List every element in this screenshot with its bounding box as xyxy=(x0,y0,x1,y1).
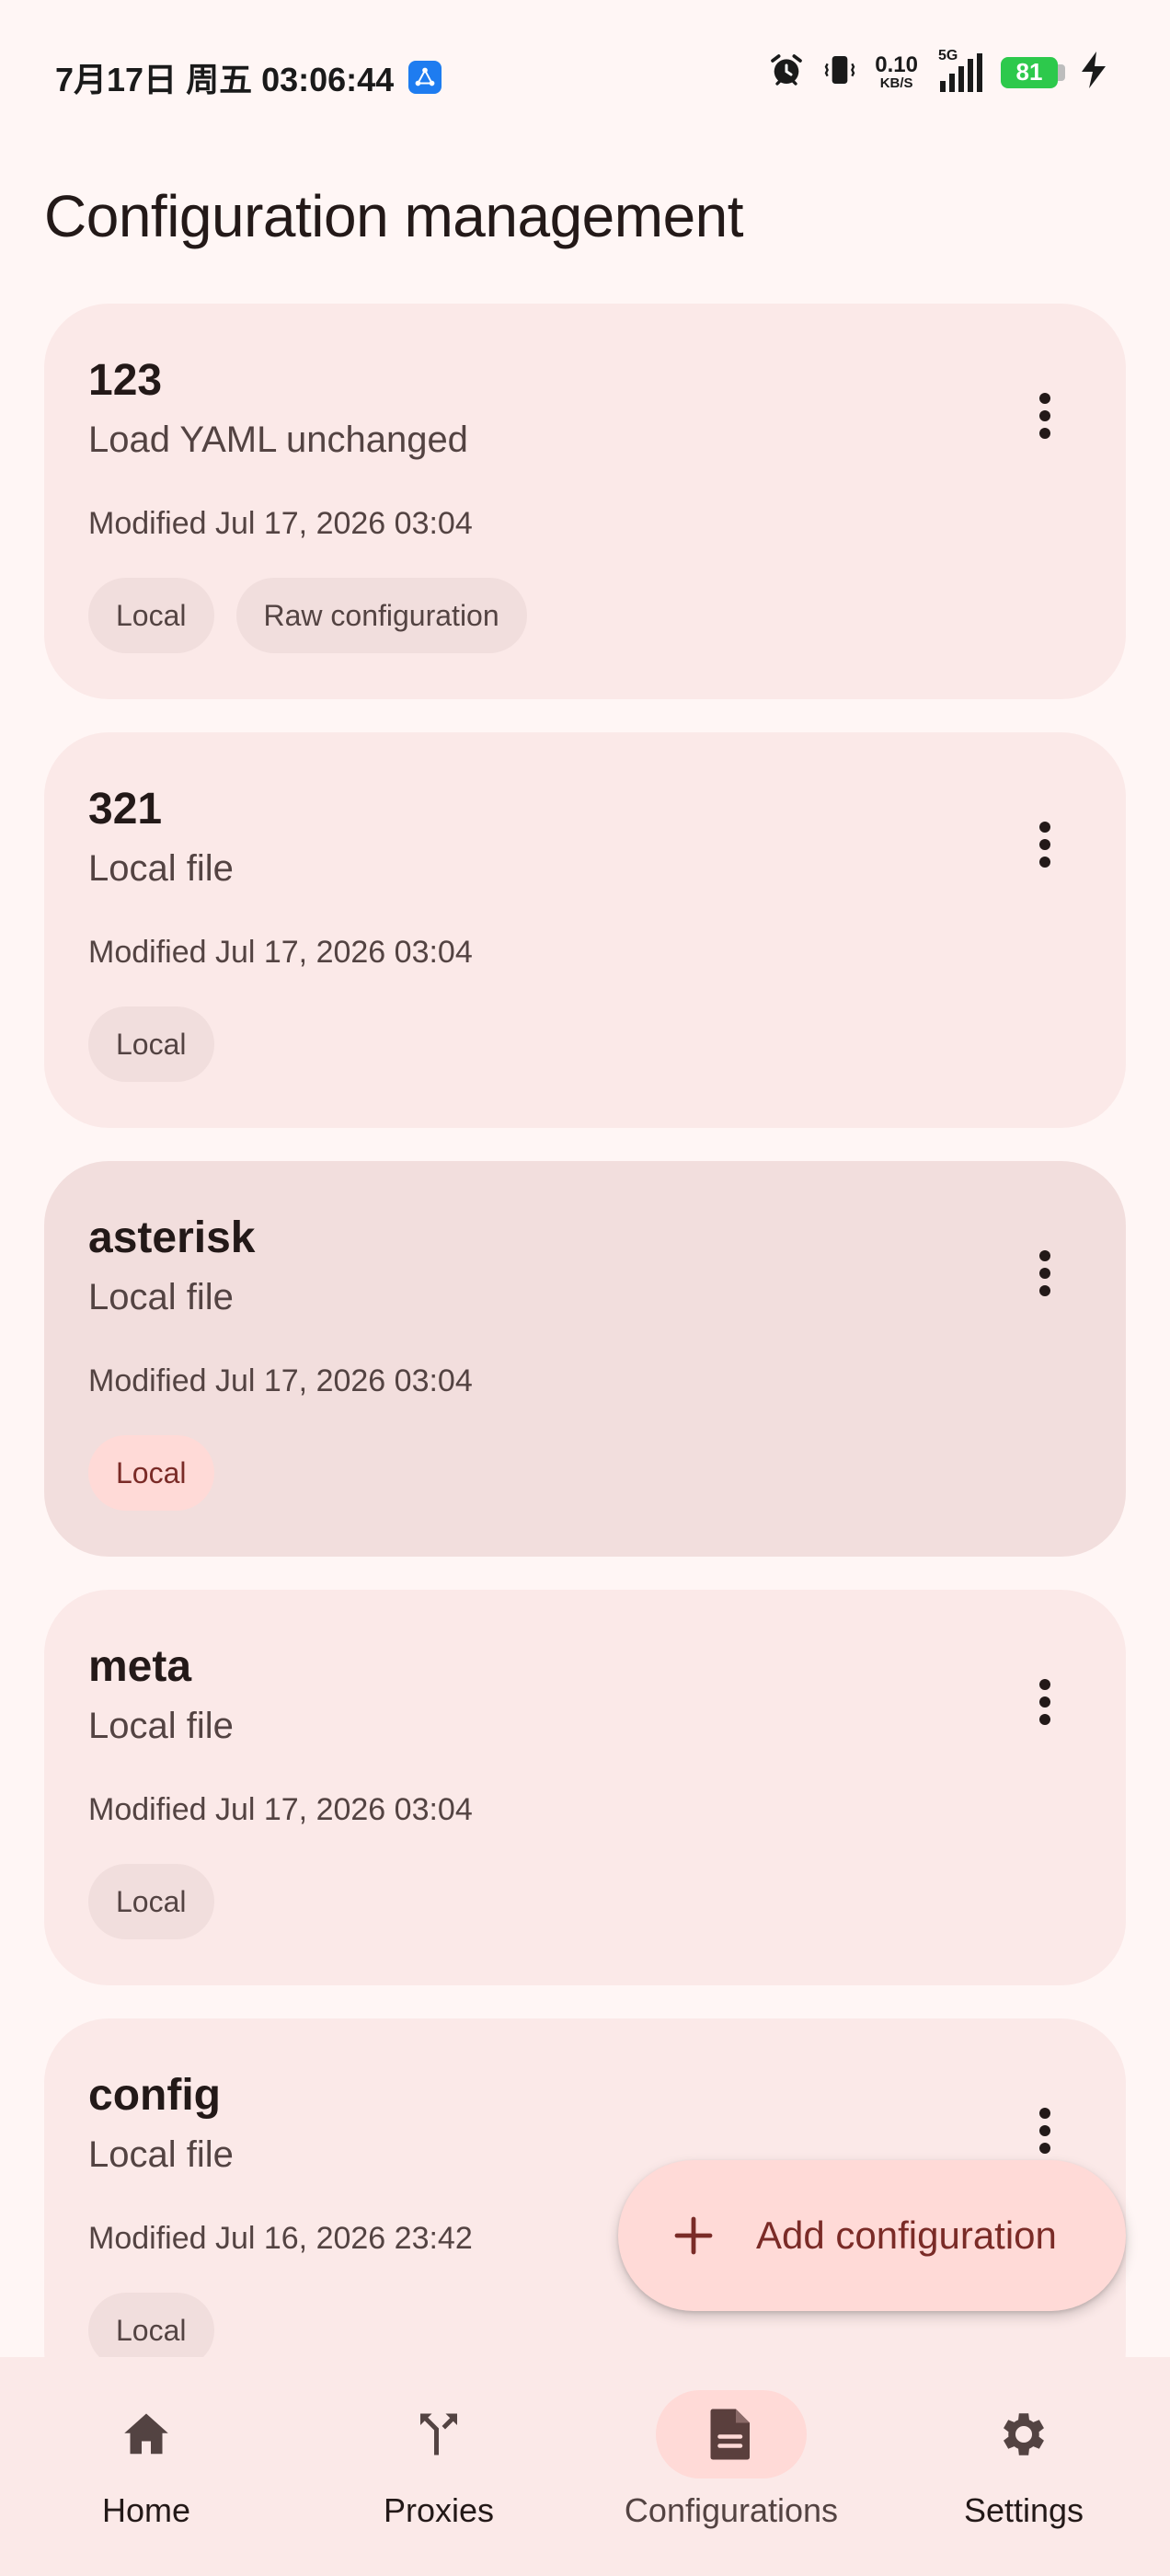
plus-icon xyxy=(674,2216,713,2255)
nav-label-configurations: Configurations xyxy=(624,2491,839,2529)
more-options-button[interactable] xyxy=(1008,2094,1082,2168)
config-name: asterisk xyxy=(88,1213,256,1262)
signal-icon: 5G xyxy=(935,48,984,92)
network-type: 5G xyxy=(938,47,958,63)
nav-item-proxies[interactable]: Proxies xyxy=(292,2390,585,2530)
nav-item-configurations[interactable]: Configurations xyxy=(585,2390,878,2530)
config-card-selected[interactable]: asterisk Local file Modified Jul 17, 202… xyxy=(44,1161,1126,1557)
more-vert-icon xyxy=(1039,393,1050,439)
chip-local: Local xyxy=(88,1435,214,1511)
battery-level: 81 xyxy=(1001,56,1058,88)
fork-icon xyxy=(420,2413,457,2455)
config-card[interactable]: 123 Load YAML unchanged Modified Jul 17,… xyxy=(44,304,1126,699)
more-options-button[interactable] xyxy=(1008,379,1082,453)
battery-tip xyxy=(1058,63,1065,81)
chip-local: Local xyxy=(88,578,214,653)
document-icon xyxy=(710,2409,750,2460)
vibrate-icon xyxy=(821,52,858,93)
nav-label-home: Home xyxy=(101,2491,191,2529)
alarm-icon xyxy=(768,52,805,93)
page-title: Configuration management xyxy=(44,183,744,249)
more-options-button[interactable] xyxy=(1008,808,1082,881)
config-modified: Modified Jul 17, 2026 03:04 xyxy=(88,506,473,541)
chip-row: Local xyxy=(88,1864,214,1939)
config-name: 321 xyxy=(88,785,163,834)
config-name: meta xyxy=(88,1642,192,1691)
config-description: Local file xyxy=(88,1277,234,1317)
more-vert-icon xyxy=(1039,1250,1050,1296)
config-description: Load YAML unchanged xyxy=(88,420,468,460)
nav-label-settings: Settings xyxy=(963,2491,1084,2529)
share-app-icon xyxy=(408,61,442,94)
nav-icon-container xyxy=(71,2390,222,2478)
config-name: config xyxy=(88,2071,221,2120)
config-name: 123 xyxy=(88,356,163,405)
gear-icon xyxy=(1004,2413,1044,2455)
config-description: Local file xyxy=(88,848,234,889)
nav-icon-container-active xyxy=(656,2390,807,2478)
status-bar: 7月17日 周五 03:06:44 0.10 KB/S 5G 81 xyxy=(0,0,1170,147)
status-left: 7月17日 周五 03:06:44 xyxy=(55,53,442,101)
more-vert-icon xyxy=(1039,1679,1050,1725)
nav-item-home[interactable]: Home xyxy=(0,2390,292,2530)
chip-row: Local Raw configuration xyxy=(88,578,527,653)
nav-label-proxies: Proxies xyxy=(383,2491,495,2529)
config-modified: Modified Jul 16, 2026 23:42 xyxy=(88,2221,473,2256)
add-configuration-button[interactable]: Add configuration xyxy=(618,2160,1126,2311)
bottom-navigation: Home Proxies Configurations Settings xyxy=(0,2357,1170,2576)
nav-icon-container xyxy=(363,2390,514,2478)
net-speed-unit: KB/S xyxy=(879,75,913,91)
status-right: 0.10 KB/S 5G 81 xyxy=(768,48,1106,93)
config-description: Local file xyxy=(88,1706,234,1746)
config-description: Local file xyxy=(88,2134,234,2175)
battery-indicator: 81 xyxy=(1001,56,1065,88)
net-speed-value: 0.10 xyxy=(875,52,918,77)
chip-raw-configuration: Raw configuration xyxy=(235,578,527,653)
home-icon xyxy=(124,2413,168,2455)
status-datetime: 7月17日 周五 03:06:44 xyxy=(55,61,395,98)
config-modified: Modified Jul 17, 2026 03:04 xyxy=(88,1792,473,1827)
more-options-button[interactable] xyxy=(1008,1665,1082,1739)
nav-icon-container xyxy=(948,2390,1099,2478)
config-card[interactable]: 321 Local file Modified Jul 17, 2026 03:… xyxy=(44,732,1126,1128)
config-card[interactable]: meta Local file Modified Jul 17, 2026 03… xyxy=(44,1590,1126,1985)
chip-row: Local xyxy=(88,1435,214,1511)
chip-row: Local xyxy=(88,1006,214,1082)
more-vert-icon xyxy=(1039,822,1050,868)
more-vert-icon xyxy=(1039,2108,1050,2154)
nav-item-settings[interactable]: Settings xyxy=(878,2390,1170,2530)
net-speed: 0.10 KB/S xyxy=(875,52,918,91)
chip-local: Local xyxy=(88,1864,214,1939)
config-modified: Modified Jul 17, 2026 03:04 xyxy=(88,1363,473,1398)
charging-icon xyxy=(1082,52,1106,93)
chip-local: Local xyxy=(88,1006,214,1082)
add-configuration-label: Add configuration xyxy=(756,2214,1057,2257)
config-modified: Modified Jul 17, 2026 03:04 xyxy=(88,935,473,970)
more-options-button[interactable] xyxy=(1008,1236,1082,1310)
